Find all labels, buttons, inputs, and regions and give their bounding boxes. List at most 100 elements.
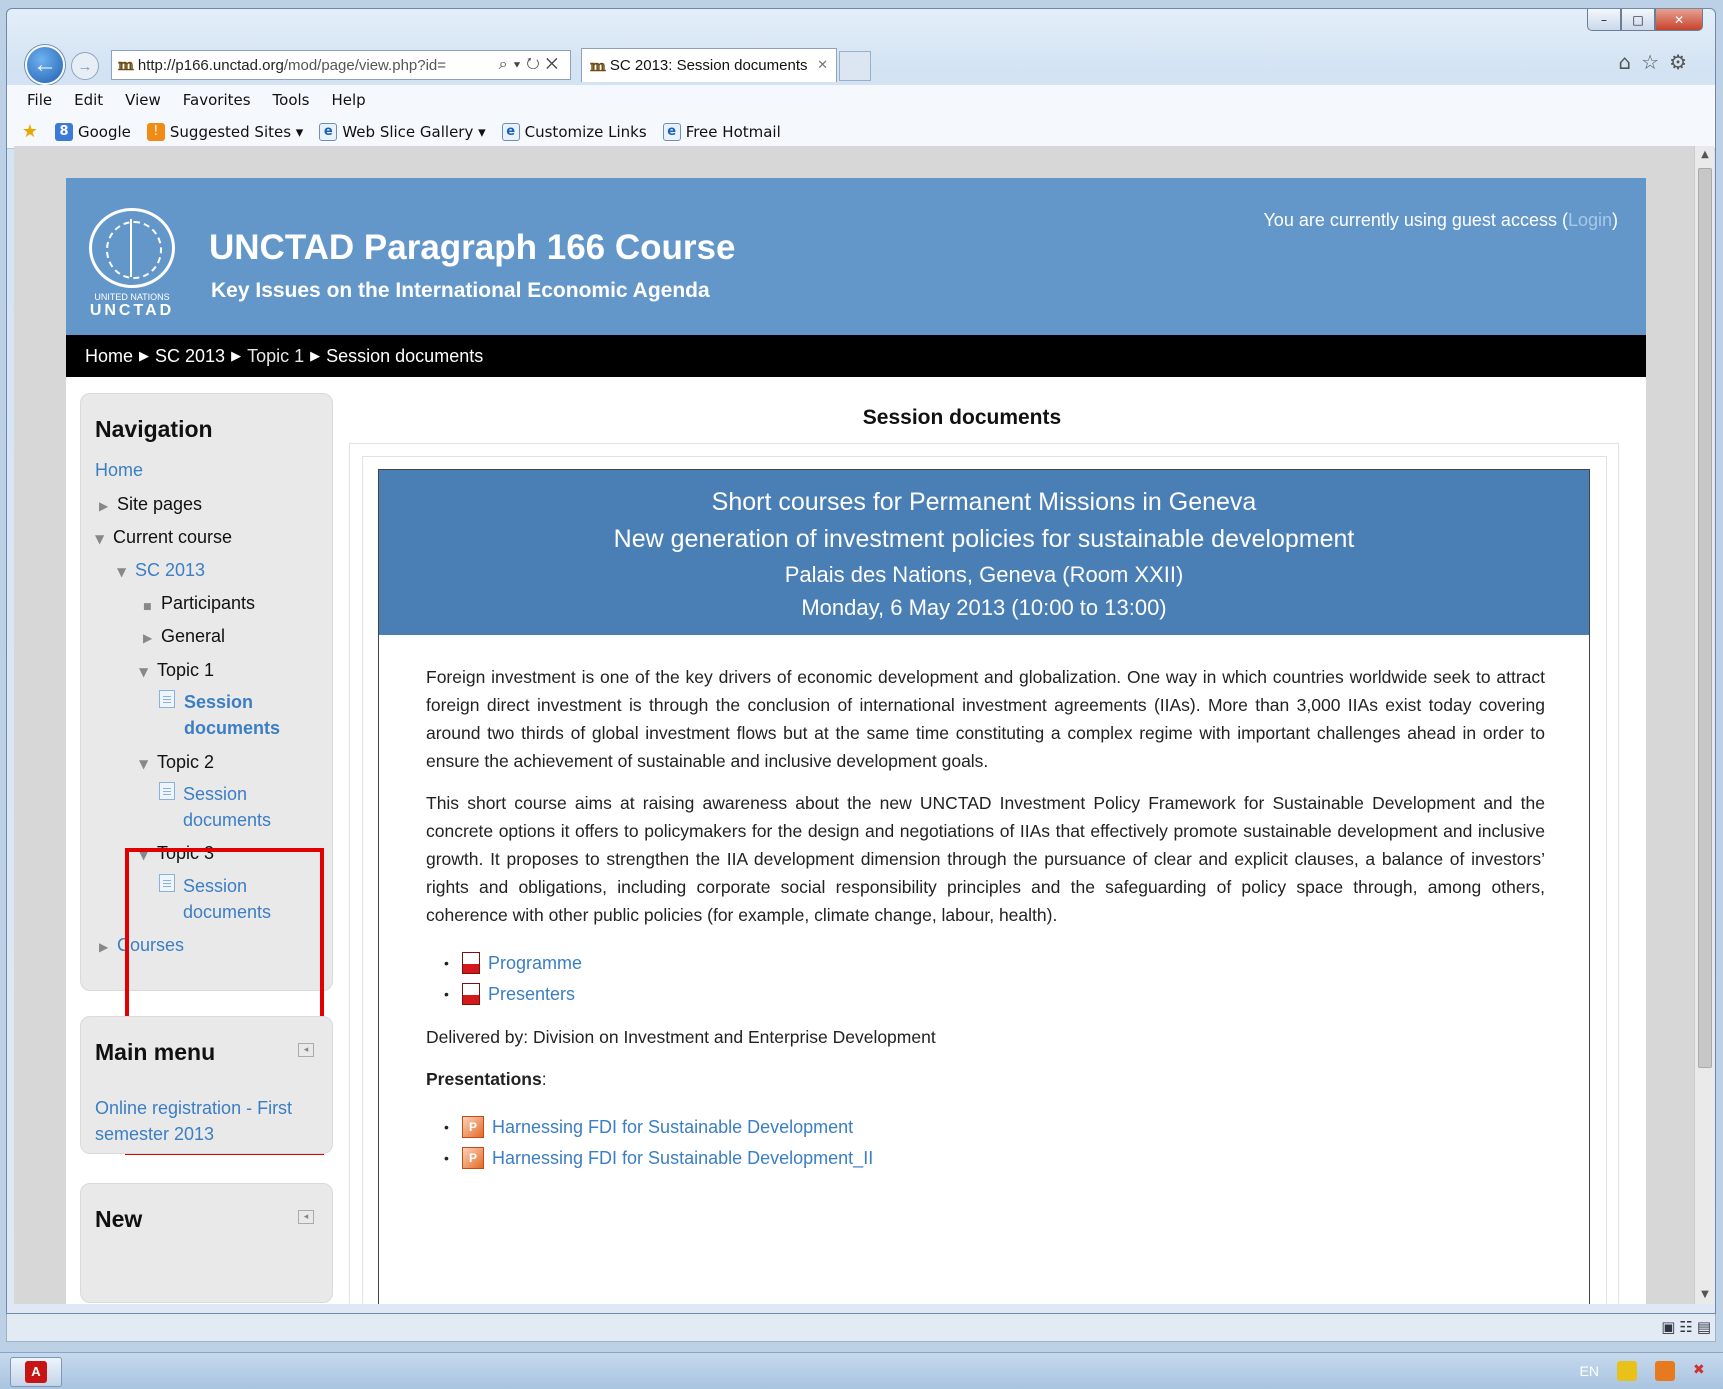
- article-body: Foreign investment is one of the key dri…: [379, 635, 1589, 1173]
- nav-sc2013[interactable]: ▼ SC 2013: [117, 560, 205, 581]
- presentation-1-link[interactable]: Harnessing FDI for Sustainable Developme…: [492, 1113, 853, 1141]
- page-viewport: UNITED NATIONS UNCTAD UNCTAD Paragraph 1…: [14, 146, 1694, 1304]
- expanded-arrow-icon[interactable]: ▼: [117, 565, 135, 579]
- back-button[interactable]: ←: [25, 45, 65, 85]
- nav-topic1[interactable]: ▼ Topic 1: [139, 660, 214, 681]
- online-registration-link[interactable]: Online registration - First semester 201…: [95, 1095, 315, 1147]
- bullet-icon: •: [444, 1149, 449, 1166]
- breadcrumb-topic1[interactable]: Topic 1: [247, 346, 304, 367]
- collapse-block-icon[interactable]: ◂: [298, 1210, 314, 1224]
- nav-topic1-session-documents-line2[interactable]: documents: [184, 718, 280, 739]
- document-list: • Programme • Presenters: [444, 947, 1545, 1009]
- nav-site-pages-label: Site pages: [117, 494, 203, 514]
- nav-site-pages[interactable]: ▶ Site pages: [99, 494, 202, 515]
- page-title: Session documents: [862, 406, 1062, 429]
- bullet-icon: ■: [143, 602, 152, 612]
- maximize-button[interactable]: □: [1621, 9, 1655, 31]
- un-emblem-icon: [89, 208, 175, 288]
- main-menu-title: Main menu: [95, 1039, 216, 1065]
- breadcrumb: Home ▶ SC 2013 ▶ Topic 1 ▶ Session docum…: [66, 335, 1646, 377]
- network-icon[interactable]: ✖: [1693, 1361, 1713, 1381]
- update-icon[interactable]: [1655, 1361, 1675, 1381]
- fav-webslice-label: Web Slice Gallery ▾: [342, 122, 486, 141]
- presenters-link[interactable]: Presenters: [488, 980, 575, 1008]
- minimize-button[interactable]: –: [1587, 9, 1621, 31]
- menu-file[interactable]: File: [27, 91, 52, 109]
- address-bar[interactable]: 𝕞 http://p166.unctad.org/mod/page/view.p…: [111, 50, 571, 80]
- presentation-2-link[interactable]: Harnessing FDI for Sustainable Developme…: [492, 1144, 873, 1172]
- new-block-title: New: [95, 1206, 143, 1232]
- breadcrumb-separator-icon: ▶: [310, 348, 321, 363]
- collapsed-arrow-icon[interactable]: ▶: [99, 499, 117, 513]
- nav-topic2-session-documents-line2[interactable]: documents: [183, 810, 271, 831]
- fav-web-slice-gallery[interactable]: e Web Slice Gallery ▾: [319, 122, 486, 141]
- breadcrumb-home[interactable]: Home: [85, 346, 133, 367]
- close-window-button[interactable]: ✕: [1655, 9, 1703, 31]
- scroll-thumb[interactable]: [1698, 168, 1712, 1068]
- nav-topic1-session-documents-line1[interactable]: Session: [184, 692, 253, 713]
- forward-button[interactable]: →: [71, 52, 99, 80]
- moodle-page: UNITED NATIONS UNCTAD UNCTAD Paragraph 1…: [66, 178, 1646, 1304]
- banner-line-2: New generation of investment policies fo…: [613, 525, 1355, 553]
- menu-help[interactable]: Help: [332, 91, 366, 109]
- gear-icon[interactable]: ⚙: [1669, 50, 1697, 74]
- fav-google[interactable]: 8 Google: [55, 122, 131, 141]
- expanded-arrow-icon[interactable]: ▼: [95, 532, 113, 546]
- taskbar: A EN ✖: [0, 1352, 1723, 1389]
- collapsed-arrow-icon[interactable]: ▶: [99, 940, 117, 954]
- site-header: UNITED NATIONS UNCTAD UNCTAD Paragraph 1…: [66, 178, 1646, 335]
- presentations-label: Presentations:: [426, 1065, 1545, 1093]
- nav-participants[interactable]: ■ Participants: [143, 593, 255, 614]
- breadcrumb-separator-icon: ▶: [139, 348, 150, 363]
- bullet-icon: •: [444, 985, 449, 1002]
- presentations-label-bold: Presentations: [426, 1069, 542, 1089]
- address-actions[interactable]: ⌕▾↻✕: [499, 56, 570, 74]
- nav-topic2-session-documents-line1[interactable]: Session: [183, 784, 247, 805]
- scroll-up-icon[interactable]: ▲: [1695, 146, 1715, 164]
- expanded-arrow-icon[interactable]: ▼: [139, 665, 157, 679]
- programme-link[interactable]: Programme: [488, 949, 582, 977]
- fav-customize-links[interactable]: e Customize Links: [501, 122, 647, 141]
- banner-line-1: Short courses for Permanent Missions in …: [711, 488, 1257, 516]
- breadcrumb-sc2013[interactable]: SC 2013: [155, 346, 225, 367]
- url-host: http://p166.unctad.org: [137, 56, 284, 74]
- pdf-icon: [462, 951, 480, 974]
- tab-title: SC 2013: Session documents: [609, 57, 808, 74]
- taskbar-acrobat-button[interactable]: A: [10, 1357, 62, 1387]
- tab-close-icon[interactable]: ✕: [817, 58, 828, 73]
- favorites-star-icon[interactable]: ★: [21, 121, 39, 142]
- unctad-logo[interactable]: UNITED NATIONS UNCTAD: [86, 208, 178, 319]
- nav-general[interactable]: ▶ General: [143, 626, 225, 647]
- nav-topic2[interactable]: ▼ Topic 2: [139, 752, 214, 773]
- expanded-arrow-icon[interactable]: ▼: [139, 757, 157, 771]
- presentations-colon: :: [541, 1069, 547, 1089]
- menu-edit[interactable]: Edit: [74, 91, 103, 109]
- new-tab-button[interactable]: [839, 51, 871, 81]
- fav-free-hotmail[interactable]: e Free Hotmail: [662, 122, 781, 141]
- menu-tools[interactable]: Tools: [273, 91, 310, 109]
- home-icon[interactable]: ⌂: [1618, 50, 1641, 74]
- status-view-icons[interactable]: ▣☷▤: [1661, 1318, 1715, 1336]
- nav-home[interactable]: Home: [95, 460, 143, 481]
- bullet-icon: •: [444, 954, 449, 971]
- vertical-scrollbar[interactable]: ▲ ▼: [1694, 146, 1714, 1304]
- collapse-block-icon[interactable]: ◂: [298, 1043, 314, 1057]
- ie-icon: e: [319, 122, 338, 141]
- acrobat-icon: A: [25, 1361, 47, 1383]
- tab-session-documents[interactable]: 𝕞 SC 2013: Session documents ✕: [581, 48, 837, 82]
- tab-favicon-icon: 𝕞: [590, 56, 606, 75]
- security-shield-icon[interactable]: [1617, 1361, 1637, 1381]
- fav-suggested-sites[interactable]: ! Suggested Sites ▾: [146, 122, 303, 141]
- nav-current-course[interactable]: ▼ Current course: [95, 527, 232, 548]
- powerpoint-icon: P: [462, 1146, 484, 1169]
- collapsed-arrow-icon[interactable]: ▶: [143, 631, 161, 645]
- login-link[interactable]: Login: [1568, 210, 1612, 230]
- suggested-sites-icon: !: [146, 122, 165, 141]
- scroll-down-icon[interactable]: ▼: [1695, 1286, 1715, 1304]
- menu-view[interactable]: View: [125, 91, 161, 109]
- menu-favorites[interactable]: Favorites: [183, 91, 251, 109]
- site-favicon-icon: 𝕞: [118, 56, 134, 74]
- intro-paragraph: Foreign investment is one of the key dri…: [426, 667, 1545, 771]
- language-indicator[interactable]: EN: [1580, 1363, 1599, 1379]
- favorites-star-icon[interactable]: ☆: [1641, 50, 1669, 74]
